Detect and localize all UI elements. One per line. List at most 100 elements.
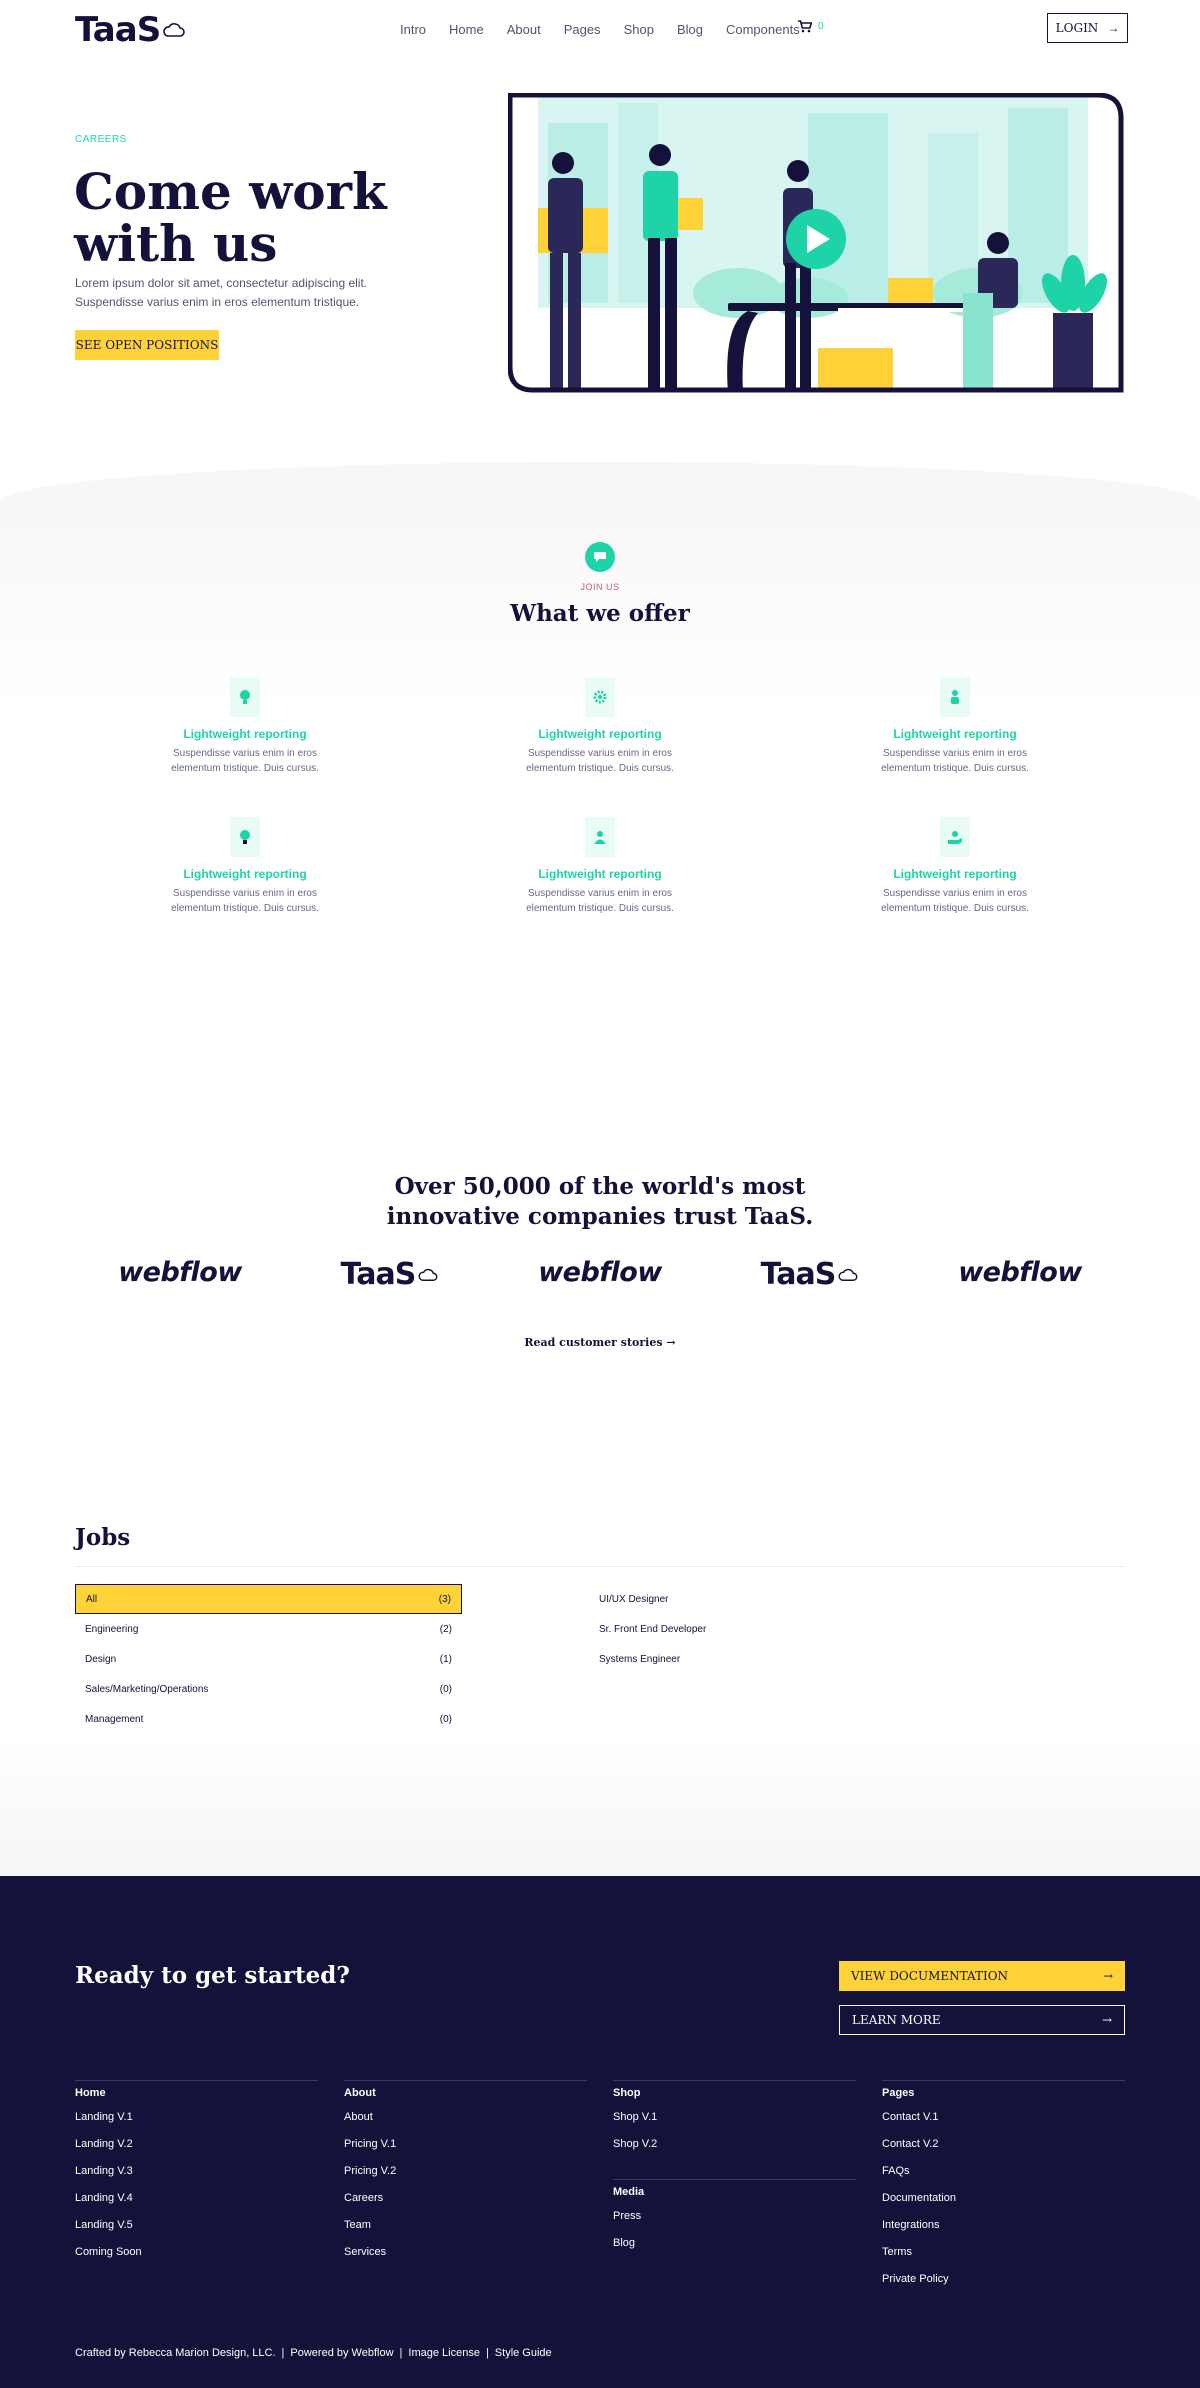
open-positions-button[interactable]: SEE OPEN POSITIONS: [75, 330, 219, 360]
job-listing[interactable]: UI/UX Designer: [599, 1594, 668, 1605]
offer-section: JOIN US What we offer Lightweight report…: [0, 462, 1200, 1072]
feature-title: Lightweight reporting: [538, 727, 662, 741]
nav-components[interactable]: Components: [726, 22, 800, 37]
bulb-icon: [230, 817, 260, 857]
footer-link[interactable]: Services: [344, 2246, 587, 2273]
job-listing[interactable]: Sr. Front End Developer: [599, 1624, 706, 1635]
footer-link[interactable]: Coming Soon: [75, 2246, 318, 2273]
divider: [613, 2080, 856, 2081]
footer-heading[interactable]: Pages: [882, 2087, 1125, 2099]
footer-link[interactable]: Careers: [344, 2192, 587, 2219]
footer-link[interactable]: Team: [344, 2219, 587, 2246]
feature-text: Suspendisse varius enim in eros elementu…: [881, 748, 1029, 774]
view-documentation-label: VIEW DOCUMENTATION: [851, 1969, 1009, 1983]
credit-link[interactable]: Powered by Webflow: [290, 2347, 393, 2359]
job-listing[interactable]: Systems Engineer: [599, 1654, 680, 1665]
footer-link[interactable]: Private Policy: [882, 2273, 1125, 2300]
footer-link[interactable]: Pricing V.2: [344, 2165, 587, 2192]
hand-icon: [940, 677, 970, 717]
footer-heading[interactable]: Media: [613, 2186, 856, 2198]
job-category-design[interactable]: Design (1): [75, 1644, 462, 1674]
footer-link[interactable]: Landing V.3: [75, 2165, 318, 2192]
person-icon: [585, 817, 615, 857]
customer-stories-link[interactable]: Read customer stories →: [0, 1336, 1200, 1349]
separator: |: [281, 2347, 285, 2359]
customer-logo: TaaS: [325, 1257, 455, 1292]
footer-column-home: Home Landing V.1 Landing V.2 Landing V.3…: [75, 2080, 318, 2273]
footer-link[interactable]: Landing V.4: [75, 2192, 318, 2219]
footer-heading[interactable]: Home: [75, 2087, 318, 2099]
footer-link[interactable]: Documentation: [882, 2192, 1125, 2219]
footer-link[interactable]: Landing V.5: [75, 2219, 318, 2246]
webflow-logo: webflow: [118, 1257, 242, 1288]
credit-link[interactable]: Crafted by Rebecca Marion Design, LLC.: [75, 2347, 276, 2359]
nav-intro[interactable]: Intro: [400, 22, 426, 37]
learn-more-label: LEARN MORE: [852, 2013, 941, 2027]
category-name: Sales/Marketing/Operations: [85, 1683, 209, 1695]
job-category-management[interactable]: Management (0): [75, 1704, 462, 1734]
feature-card: Lightweight reporting Suspendisse varius…: [875, 817, 1035, 916]
footer-heading[interactable]: Shop: [613, 2087, 856, 2099]
customer-logo: webflow: [115, 1257, 245, 1288]
footer-link[interactable]: Pricing V.1: [344, 2138, 587, 2165]
cart-button[interactable]: 0: [798, 20, 824, 33]
footer-link[interactable]: Terms: [882, 2246, 1125, 2273]
category-name: Management: [85, 1713, 144, 1725]
footer-link[interactable]: About: [344, 2111, 587, 2138]
separator: |: [485, 2347, 489, 2359]
cloud-icon: [163, 23, 185, 37]
job-category-all[interactable]: All (3): [75, 1584, 462, 1614]
credit-link[interactable]: Image License: [408, 2347, 480, 2359]
nav-home[interactable]: Home: [449, 22, 484, 37]
taas-logo-text: TaaS: [760, 1257, 837, 1292]
hero-eyebrow: CAREERS: [75, 134, 127, 145]
feature-title: Lightweight reporting: [183, 867, 307, 881]
category-count: (0): [439, 1683, 452, 1695]
cloud-icon: [418, 1268, 438, 1281]
taas-logo-text: TaaS: [340, 1257, 417, 1292]
footer-link[interactable]: Landing V.1: [75, 2111, 318, 2138]
feature-card: Lightweight reporting Suspendisse varius…: [165, 817, 325, 916]
logo[interactable]: TaaS: [75, 10, 186, 50]
footer-link[interactable]: Shop V.1: [613, 2111, 856, 2138]
hero-text: Lorem ipsum dolor sit amet, consectetur …: [75, 276, 368, 309]
lightbulb-icon: [230, 677, 260, 717]
feature-title: Lightweight reporting: [538, 867, 662, 881]
footer-column-pages: Pages Contact V.1 Contact V.2 FAQs Docum…: [882, 2080, 1125, 2300]
nav-shop[interactable]: Shop: [624, 22, 654, 37]
customer-stories-label: Read customer stories: [524, 1336, 663, 1349]
feature-text: Suspendisse varius enim in eros elementu…: [171, 888, 319, 914]
login-button[interactable]: LOGIN →: [1047, 13, 1128, 43]
hero-video-illustration[interactable]: [507, 92, 1125, 393]
credit-link[interactable]: Style Guide: [495, 2347, 552, 2359]
view-documentation-button[interactable]: VIEW DOCUMENTATION →: [839, 1961, 1125, 1991]
learn-more-button[interactable]: LEARN MORE →: [839, 2005, 1125, 2035]
cta-title: Ready to get started?: [75, 1962, 350, 1989]
category-count: (3): [438, 1593, 451, 1605]
join-badge: [585, 542, 615, 572]
footer-heading[interactable]: About: [344, 2087, 587, 2099]
footer-link[interactable]: Integrations: [882, 2219, 1125, 2246]
category-count: (0): [439, 1713, 452, 1725]
footer-link[interactable]: Press: [613, 2210, 856, 2237]
nav-blog[interactable]: Blog: [677, 22, 703, 37]
main-nav: Intro Home About Pages Shop Blog Compone…: [400, 22, 823, 37]
jobs-section: Jobs All (3) Engineering (2) Design (1) …: [0, 1524, 1200, 1876]
feature-title: Lightweight reporting: [183, 727, 307, 741]
footer-link[interactable]: Contact V.2: [882, 2138, 1125, 2165]
chat-icon: [594, 552, 606, 562]
trust-title-text: Over 50,000 of the world's most innovati…: [386, 1173, 814, 1230]
job-category-sales[interactable]: Sales/Marketing/Operations (0): [75, 1674, 462, 1704]
footer-link[interactable]: Shop V.2: [613, 2138, 856, 2165]
footer-link[interactable]: Landing V.2: [75, 2138, 318, 2165]
footer-link[interactable]: Blog: [613, 2237, 856, 2264]
job-category-engineering[interactable]: Engineering (2): [75, 1614, 462, 1644]
arrow-right-icon: →: [1107, 21, 1120, 35]
nav-pages[interactable]: Pages: [564, 22, 601, 37]
feature-card: Lightweight reporting Suspendisse varius…: [520, 817, 680, 916]
hero-section: CAREERS Come work with us Lorem ipsum do…: [0, 58, 1200, 462]
feature-text: Suspendisse varius enim in eros elementu…: [881, 888, 1029, 914]
nav-about[interactable]: About: [507, 22, 541, 37]
footer-link[interactable]: FAQs: [882, 2165, 1125, 2192]
footer-link[interactable]: Contact V.1: [882, 2111, 1125, 2138]
